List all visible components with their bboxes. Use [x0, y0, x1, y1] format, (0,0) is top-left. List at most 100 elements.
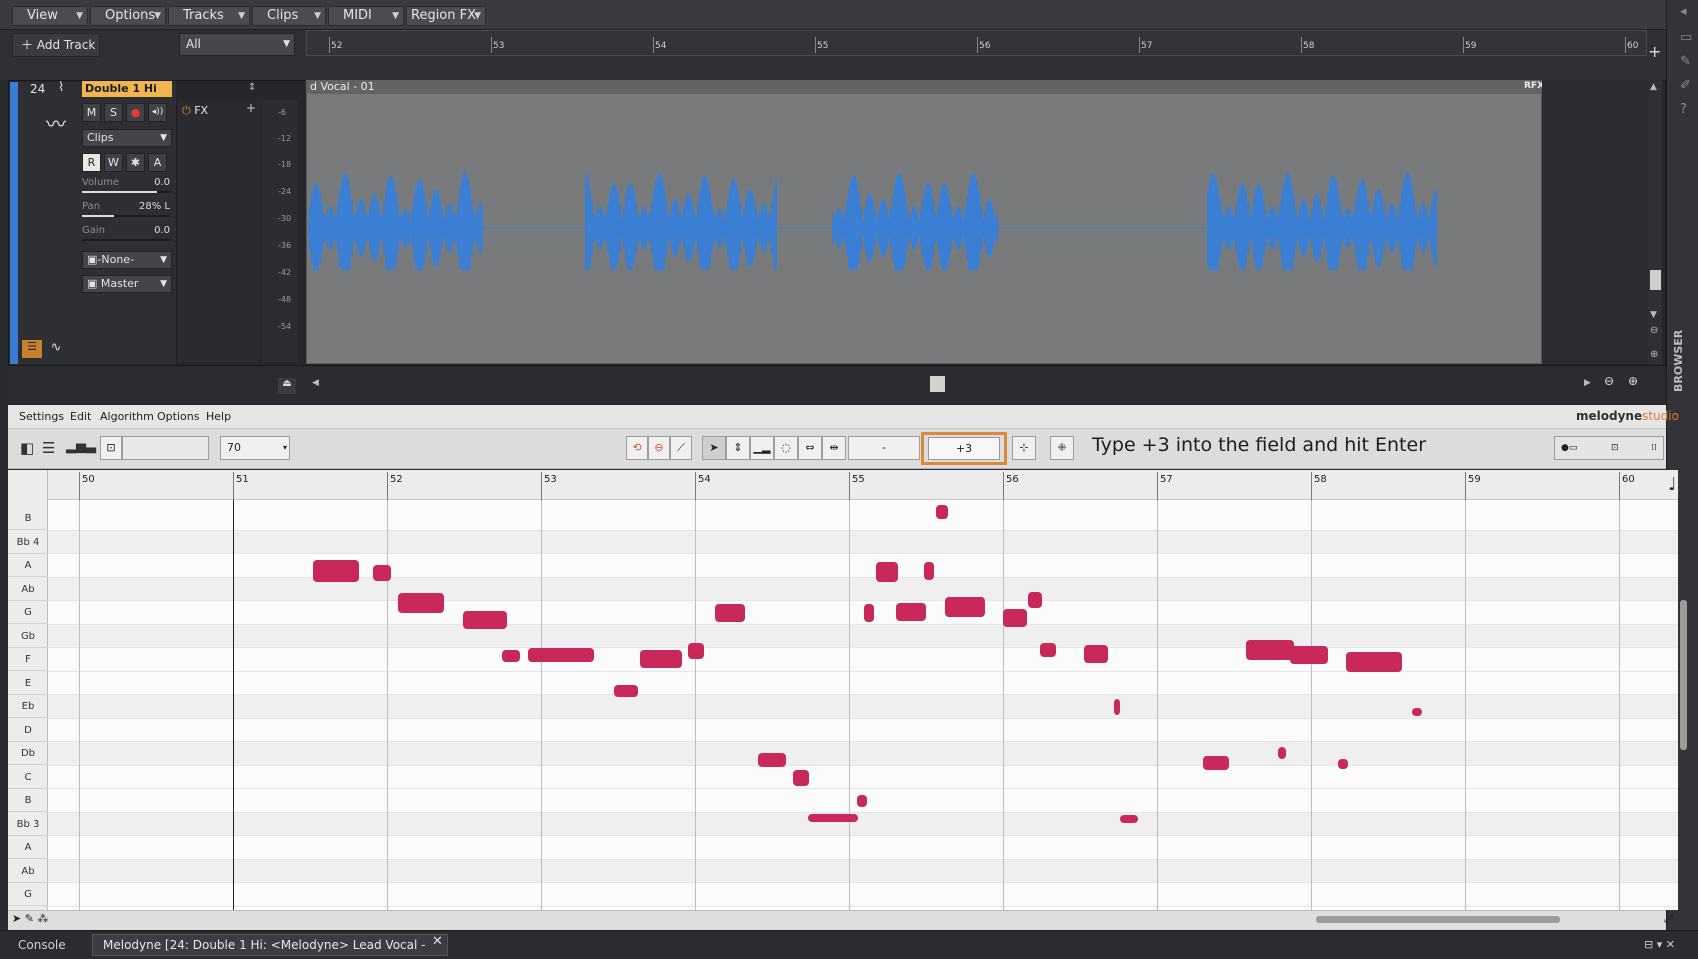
- macro-input-field[interactable]: +3: [928, 437, 1000, 460]
- zoom-in-icon[interactable]: ⊕: [1650, 349, 1658, 360]
- note-blob[interactable]: [502, 650, 520, 662]
- track-name-field[interactable]: Double 1 Hi: [82, 81, 172, 97]
- note-blob[interactable]: [896, 603, 926, 621]
- scroll-down-icon[interactable]: ▼: [1650, 310, 1657, 320]
- note-blob[interactable]: [864, 604, 874, 622]
- note-blob[interactable]: [614, 685, 638, 697]
- zoom-out-icon[interactable]: ⊖: [1650, 325, 1658, 336]
- note-blob[interactable]: [876, 562, 898, 582]
- note-blob[interactable]: [1278, 747, 1286, 759]
- note-blobs[interactable]: [48, 500, 1678, 910]
- volume-slider[interactable]: Volume 0.0: [82, 177, 172, 197]
- add-lane-icon[interactable]: +: [1648, 42, 1661, 61]
- freeze-icon[interactable]: ✱: [126, 153, 145, 172]
- note-blob[interactable]: [1120, 815, 1138, 823]
- fx-bin[interactable]: [176, 100, 260, 362]
- add-track-button[interactable]: ＋ Add Track: [12, 33, 100, 57]
- zoom-in-icon[interactable]: ⊕: [1628, 374, 1638, 388]
- edit-icon[interactable]: ✐: [1680, 78, 1691, 93]
- play-tool-icon[interactable]: ⟲: [626, 436, 648, 460]
- scroll-left-icon[interactable]: ◀: [312, 378, 319, 388]
- note-blob[interactable]: [715, 604, 745, 622]
- menu-region-fx[interactable]: Region FX ▼: [406, 6, 486, 26]
- tempo-field[interactable]: 70 ▾: [220, 436, 290, 460]
- window-controls-icon[interactable]: ⊟ ▾ ✕: [1644, 938, 1675, 951]
- automation-icon[interactable]: ∿: [46, 340, 66, 358]
- mel-menu-algorithm[interactable]: Algorithm: [100, 410, 154, 423]
- scroll-up-icon[interactable]: ▲: [1650, 82, 1657, 92]
- note-blob[interactable]: [1338, 759, 1348, 769]
- track-vscroll[interactable]: [1648, 80, 1662, 364]
- note-blob[interactable]: [1346, 652, 1402, 672]
- menu-midi[interactable]: MIDI ▼: [328, 6, 404, 26]
- view-zoom-control[interactable]: ●▭ ⊡ ⁞⁞: [1554, 436, 1664, 460]
- solo-button[interactable]: S: [104, 103, 123, 122]
- clips-combo[interactable]: Clips ▼: [82, 129, 172, 147]
- archive-button[interactable]: A: [148, 153, 167, 172]
- note-blob[interactable]: [1040, 643, 1056, 657]
- note-blob[interactable]: [808, 814, 858, 822]
- note-editor-hscroll[interactable]: [1316, 916, 1560, 923]
- amplitude-tool-icon[interactable]: ◌: [774, 436, 798, 460]
- read-automation-button[interactable]: R: [82, 153, 101, 172]
- note-blob[interactable]: [936, 505, 948, 519]
- tool-icons[interactable]: ➤ ✎ ⁂: [12, 912, 48, 925]
- note-blob[interactable]: [688, 643, 704, 659]
- folder-icon[interactable]: ▭: [1680, 30, 1692, 45]
- note-blob[interactable]: [1246, 640, 1294, 660]
- layout-icon[interactable]: ◧: [20, 439, 34, 457]
- time-tool-icon[interactable]: ⇔: [798, 436, 822, 460]
- track-expand-icon[interactable]: ⇕: [248, 82, 256, 93]
- menu-options[interactable]: Options ▼: [90, 6, 166, 26]
- histogram-icon[interactable]: ▂▅▃: [66, 439, 96, 454]
- main-tool-icon[interactable]: ➤: [702, 436, 726, 460]
- tab-melodyne[interactable]: Melodyne [24: Double 1 Hi: <Melodyne> Le…: [92, 934, 448, 959]
- note-blob[interactable]: [1114, 699, 1120, 715]
- note-blob[interactable]: [793, 770, 809, 786]
- fit-icon[interactable]: ⤢: [1664, 912, 1673, 926]
- note-blob[interactable]: [1084, 645, 1108, 663]
- note-blob[interactable]: [924, 562, 934, 580]
- mel-menu-edit[interactable]: Edit: [70, 410, 91, 423]
- zoom-out-icon[interactable]: ⊖: [1604, 374, 1614, 388]
- note-blob[interactable]: [1028, 592, 1042, 608]
- write-automation-button[interactable]: W: [104, 153, 123, 172]
- note-blob[interactable]: [528, 648, 594, 662]
- collapse-icon[interactable]: ◂: [1680, 4, 1687, 19]
- note-editor-vscroll[interactable]: [1680, 600, 1687, 750]
- note-blob[interactable]: [1003, 609, 1027, 627]
- note-blob[interactable]: [1203, 756, 1229, 770]
- note-blob[interactable]: [1290, 646, 1328, 664]
- tab-console[interactable]: Console: [10, 934, 88, 956]
- stop-icon[interactable]: ⊖: [648, 436, 670, 460]
- pen-icon[interactable]: ✎: [1680, 54, 1691, 69]
- note-blob[interactable]: [463, 611, 507, 629]
- pitch-tool-icon[interactable]: ⇕: [726, 436, 750, 460]
- clip-header[interactable]: [306, 80, 1542, 94]
- note-blob[interactable]: [313, 560, 359, 582]
- clip-select-icon[interactable]: ⊡: [100, 436, 122, 460]
- note-blob[interactable]: [945, 597, 985, 617]
- note-blob[interactable]: [857, 795, 867, 807]
- note-blob[interactable]: [758, 753, 786, 767]
- clip-name-field[interactable]: [122, 436, 209, 460]
- track-vscroll-thumb[interactable]: [1650, 270, 1661, 290]
- mel-menu-options[interactable]: Options: [157, 410, 199, 423]
- formant-tool-icon[interactable]: ▁▂: [750, 436, 774, 460]
- add-fx-icon[interactable]: +: [246, 101, 256, 115]
- pitch-macro-icon[interactable]: ⊹: [1012, 436, 1036, 460]
- note-blob[interactable]: [373, 565, 391, 581]
- note-blob[interactable]: [640, 650, 682, 668]
- track-filter-select[interactable]: All ▼: [179, 33, 295, 56]
- help-icon[interactable]: ?: [1680, 102, 1687, 117]
- scroll-right-icon[interactable]: ▶: [1584, 378, 1591, 388]
- pan-slider[interactable]: Pan 28% L: [82, 201, 172, 221]
- mel-menu-settings[interactable]: Settings: [19, 410, 64, 423]
- note-blob[interactable]: [398, 593, 444, 613]
- menu-view[interactable]: View ▼: [12, 6, 88, 26]
- inspector-icon[interactable]: ☰: [42, 439, 55, 457]
- eject-icon[interactable]: ⏏: [278, 378, 296, 394]
- gain-slider[interactable]: Gain 0.0: [82, 225, 172, 245]
- output-combo[interactable]: ▣ Master ▼: [82, 275, 172, 293]
- menu-tracks[interactable]: Tracks ▼: [168, 6, 250, 26]
